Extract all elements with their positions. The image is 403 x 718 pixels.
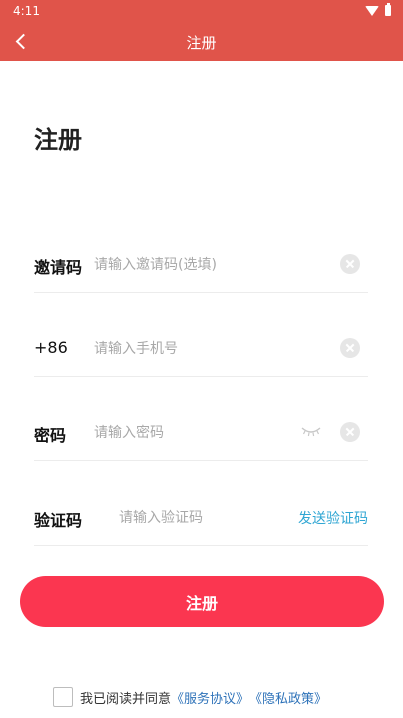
nav-title: 注册 (186, 34, 217, 52)
nav-bar: 注册 (0, 22, 403, 61)
invite-code-input[interactable] (94, 253, 314, 277)
phone-input[interactable] (94, 337, 314, 361)
invite-code-label: 邀请码 (34, 258, 83, 277)
send-code-button[interactable]: 发送验证码 (298, 508, 368, 528)
verification-code-input[interactable] (119, 506, 284, 530)
agreement-checkbox[interactable] (53, 687, 73, 707)
password-input[interactable] (94, 421, 294, 445)
service-agreement-link[interactable]: 《服务协议》 (171, 688, 249, 707)
status-time: 4:11 (13, 4, 40, 18)
agreement: 我已阅读并同意 《服务协议》 《隐私政策》 (53, 687, 327, 707)
verification-code-label: 验证码 (34, 511, 83, 530)
privacy-policy-link[interactable]: 《隐私政策》 (249, 688, 327, 707)
battery-icon (385, 3, 391, 16)
register-button[interactable]: 注册 (20, 576, 384, 627)
verification-code-row: 验证码 发送验证码 (34, 490, 368, 546)
password-row: 密码 (34, 405, 368, 461)
wifi-icon (365, 5, 379, 16)
status-bar: 4:11 (0, 0, 403, 22)
password-label: 密码 (34, 426, 67, 445)
phone-clear-icon[interactable] (340, 338, 360, 358)
invite-code-clear-icon[interactable] (340, 254, 360, 274)
status-icons (365, 3, 391, 16)
agreement-text: 我已阅读并同意 (80, 691, 172, 707)
country-code-label: +86 (34, 338, 68, 357)
page-title: 注册 (34, 126, 82, 154)
invite-code-row: 邀请码 (34, 237, 368, 293)
password-clear-icon[interactable] (340, 422, 360, 442)
eye-closed-icon[interactable] (300, 424, 322, 438)
phone-row: +86 (34, 321, 368, 377)
